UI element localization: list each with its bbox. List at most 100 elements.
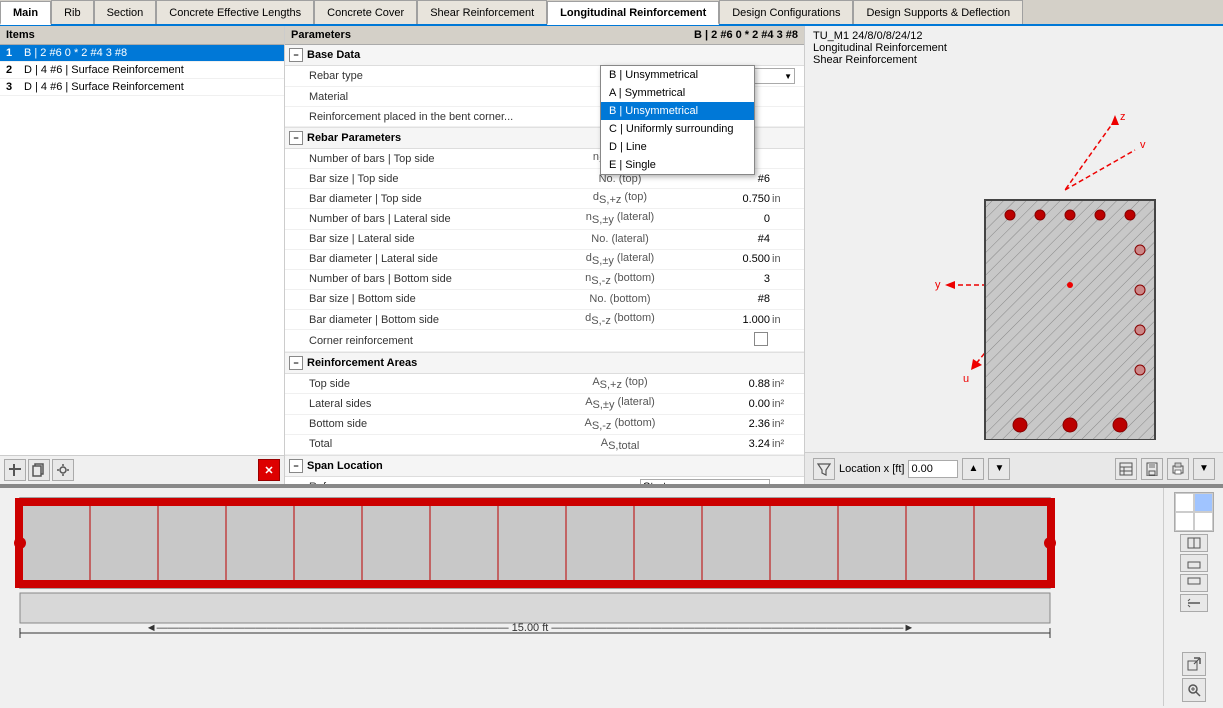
delete-icon: ✕ [264, 464, 273, 477]
dropdown-option[interactable]: A | Symmetrical [601, 84, 754, 102]
material-label: Material [309, 91, 645, 103]
cross-section-svg: z v y u α [855, 100, 1195, 440]
copy-icon [32, 463, 46, 477]
table-view-button[interactable] [1115, 458, 1137, 480]
rebar-type-row: Rebar type B | Unsymmetrical ▼ B | Unsym… [285, 66, 804, 87]
beam-svg: ◄———————————————————————————————— 15.00 … [10, 493, 1060, 638]
view-btn-3[interactable] [1180, 574, 1208, 592]
settings-button[interactable] [52, 459, 74, 481]
total-area-unit: in² [770, 438, 800, 450]
dropdown-arrow-icon: ▼ [784, 72, 792, 81]
corner-reinf-checkbox[interactable] [754, 332, 768, 346]
view-btn-2[interactable] [1180, 554, 1208, 572]
tab-concrete-eff[interactable]: Concrete Effective Lengths [156, 0, 314, 24]
bar-size-bot-value: #8 [690, 293, 770, 305]
dropdown-option[interactable]: D | Line [601, 138, 754, 156]
save-icon [1145, 462, 1159, 476]
lat-sides-area-row: Lateral sides AS,±y (lateral) 0.00 in² [285, 394, 804, 414]
more-options-button[interactable]: ▼ [1193, 458, 1215, 480]
dropdown-option[interactable]: C | Uniformly surrounding [601, 120, 754, 138]
bottom-right-tools [1163, 488, 1223, 706]
parameters-panel: Parameters B | 2 #6 0 * 2 #4 3 #8 − Base… [285, 26, 805, 484]
reinf-areas-header[interactable]: − Reinforcement Areas [285, 353, 804, 374]
tab-concrete-cover[interactable]: Concrete Cover [314, 0, 417, 24]
zoom-button[interactable] [1182, 678, 1206, 702]
num-bars-lat-sub: nS,±y (lateral) [550, 211, 690, 226]
tab-main[interactable]: Main [0, 1, 51, 25]
grid-cell [1175, 493, 1194, 512]
view-btn-4[interactable] [1180, 594, 1208, 612]
lat-sides-area-sub: AS,±y (lateral) [550, 396, 690, 411]
reference-arrow-icon: ▼ [759, 482, 767, 484]
copy-button[interactable] [28, 459, 50, 481]
export-button[interactable] [1182, 652, 1206, 676]
num-bars-bot-label: Number of bars | Bottom side [309, 273, 550, 285]
num-bars-bot-row: Number of bars | Bottom side nS,-z (bott… [285, 270, 804, 290]
list-item[interactable]: 2 D | 4 #6 | Surface Reinforcement [0, 62, 284, 79]
tab-long-reinf[interactable]: Longitudinal Reinforcement [547, 1, 719, 25]
bottom-section: ◄———————————————————————————————— 15.00 … [0, 486, 1223, 706]
total-area-row: Total AS,total 3.24 in² [285, 435, 804, 455]
svg-text:z: z [1120, 111, 1126, 123]
tab-section[interactable]: Section [94, 0, 157, 24]
total-area-label: Total [309, 438, 550, 450]
list-item[interactable]: 1 B | 2 #6 0 * 2 #4 3 #8 [0, 45, 284, 62]
bar-diam-bot-value: 1.000 [690, 314, 770, 326]
bar-diam-bot-sub: dS,-z (bottom) [550, 312, 690, 327]
location-up[interactable]: ▲ [962, 458, 984, 480]
top-side-area-sub: AS,+z (top) [550, 376, 690, 391]
bar-size-bot-row: Bar size | Bottom side No. (bottom) #8 [285, 290, 804, 310]
print-button[interactable] [1167, 458, 1189, 480]
dropdown-option[interactable]: B | Unsymmetrical [601, 66, 754, 84]
params-content: − Base Data Rebar type B | Unsymmetrical… [285, 45, 804, 484]
reference-dropdown[interactable]: Start ▼ [640, 479, 770, 484]
dropdown-option[interactable]: E | Single [601, 156, 754, 174]
span-location-section: − Span Location Reference Start ▼ [285, 456, 804, 484]
grid-cell [1194, 512, 1213, 531]
bar-size-lat-row: Bar size | Lateral side No. (lateral) #4 [285, 230, 804, 250]
beam-diagram: ◄———————————————————————————————— 15.00 … [0, 488, 1163, 706]
bar-diam-bot-label: Bar diameter | Bottom side [309, 314, 550, 326]
dropdown-option[interactable]: B | Unsymmetrical [601, 102, 754, 120]
reinf-areas-section: − Reinforcement Areas Top side AS,+z (to… [285, 353, 804, 456]
bot-side-area-value: 2.36 [690, 418, 770, 430]
view4-icon [1187, 597, 1201, 609]
item-number: 1 [6, 47, 24, 59]
save-view-button[interactable] [1141, 458, 1163, 480]
diagram-bottom-bar: Location x [ft] ▲ ▼ ▼ [805, 452, 1223, 484]
view2-icon [1187, 557, 1201, 569]
reference-label: Reference [309, 481, 500, 484]
num-bars-bot-sub: nS,-z (bottom) [550, 272, 690, 287]
bar-diam-top-unit: in [770, 193, 800, 205]
list-item[interactable]: 3 D | 4 #6 | Surface Reinforcement [0, 79, 284, 96]
tab-design-config[interactable]: Design Configurations [719, 0, 853, 24]
svg-text:y: y [935, 279, 941, 291]
filter-icon [817, 462, 831, 476]
filter-button[interactable] [813, 458, 835, 480]
grid-view-icon[interactable] [1174, 492, 1214, 532]
bar-diam-lat-value: 0.500 [690, 253, 770, 265]
delete-button[interactable]: ✕ [258, 459, 280, 481]
bar-diam-bot-row: Bar diameter | Bottom side dS,-z (bottom… [285, 310, 804, 330]
location-down[interactable]: ▼ [988, 458, 1010, 480]
diagram-title: TU_M1 24/8/0/8/24/12 [813, 30, 1215, 42]
base-data-header[interactable]: − Base Data [285, 45, 804, 66]
svg-text:◄—————————————————————————————: ◄———————————————————————————————— 15.00 … [146, 622, 915, 634]
num-bars-top-label: Number of bars | Top side [309, 153, 550, 165]
add-button[interactable] [4, 459, 26, 481]
corner-reinf-label: Corner reinforcement [309, 335, 550, 347]
tab-bar: Main Rib Section Concrete Effective Leng… [0, 0, 1223, 26]
num-bars-lat-row: Number of bars | Lateral side nS,±y (lat… [285, 209, 804, 229]
tab-shear-reinf[interactable]: Shear Reinforcement [417, 0, 547, 24]
corner-reinf-value [690, 332, 770, 349]
view-btn-1[interactable] [1180, 534, 1208, 552]
tab-design-sup[interactable]: Design Supports & Deflection [853, 0, 1023, 24]
reinf-areas-label: Reinforcement Areas [307, 357, 417, 369]
span-location-header[interactable]: − Span Location [285, 456, 804, 477]
grid-cell-active [1194, 493, 1213, 512]
location-input[interactable] [908, 460, 958, 478]
bar-size-bot-sub: No. (bottom) [550, 293, 690, 305]
tab-rib[interactable]: Rib [51, 0, 94, 24]
reference-dropdown-container: Start ▼ [640, 479, 800, 484]
grid-cell [1175, 512, 1194, 531]
